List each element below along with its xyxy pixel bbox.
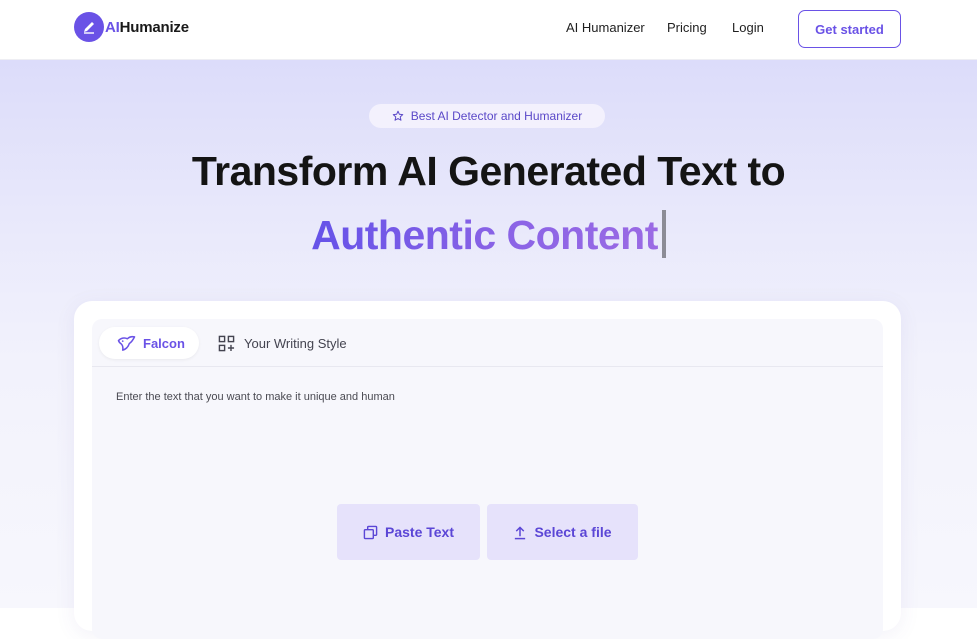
tab-falcon[interactable]: Falcon <box>99 327 199 359</box>
hero-section: Best AI Detector and Humanizer Transform… <box>0 60 977 639</box>
tab-falcon-label: Falcon <box>143 335 185 351</box>
copy-icon <box>363 525 378 539</box>
hero-badge: Best AI Detector and Humanizer <box>369 104 605 128</box>
tab-writing-style-label: Your Writing Style <box>244 335 347 351</box>
nav-link-pricing[interactable]: Pricing <box>667 20 707 35</box>
paste-text-button[interactable]: Paste Text <box>337 504 480 560</box>
upload-icon <box>515 526 526 539</box>
select-file-label: Select a file <box>534 524 612 540</box>
hero-title-gradient: Authentic Content <box>311 212 658 258</box>
logo[interactable]: AIHumanize <box>74 12 189 42</box>
mode-tabs: Falcon Your Writing Style <box>92 319 883 367</box>
top-nav: AIHumanize AI Humanizer Pricing Login Ge… <box>0 0 977 60</box>
get-started-button[interactable]: Get started <box>798 10 901 48</box>
logo-text: AIHumanize <box>105 19 189 36</box>
editor-card: Falcon Your Writing Style Enter the text… <box>74 301 901 639</box>
text-input[interactable] <box>102 379 873 499</box>
grid-plus-icon <box>218 335 235 351</box>
nav-link-ai-humanizer[interactable]: AI Humanizer <box>566 20 645 35</box>
pen-icon <box>74 12 104 42</box>
logo-ai: AI <box>105 18 120 36</box>
tab-writing-style[interactable]: Your Writing Style <box>218 327 347 359</box>
star-icon <box>392 110 404 121</box>
hero-title: Transform AI Generated Text to <box>191 148 786 194</box>
badge-text: Best AI Detector and Humanizer <box>410 109 583 123</box>
logo-rest: Humanize <box>119 18 189 36</box>
typing-caret <box>661 210 666 258</box>
nav-link-login[interactable]: Login <box>732 20 764 35</box>
select-file-button[interactable]: Select a file <box>487 504 638 560</box>
editor-panel: Falcon Your Writing Style Enter the text… <box>92 319 883 639</box>
bird-icon <box>117 335 136 351</box>
hero-title-highlight: Authentic Content <box>0 210 977 259</box>
paste-text-label: Paste Text <box>385 524 454 540</box>
